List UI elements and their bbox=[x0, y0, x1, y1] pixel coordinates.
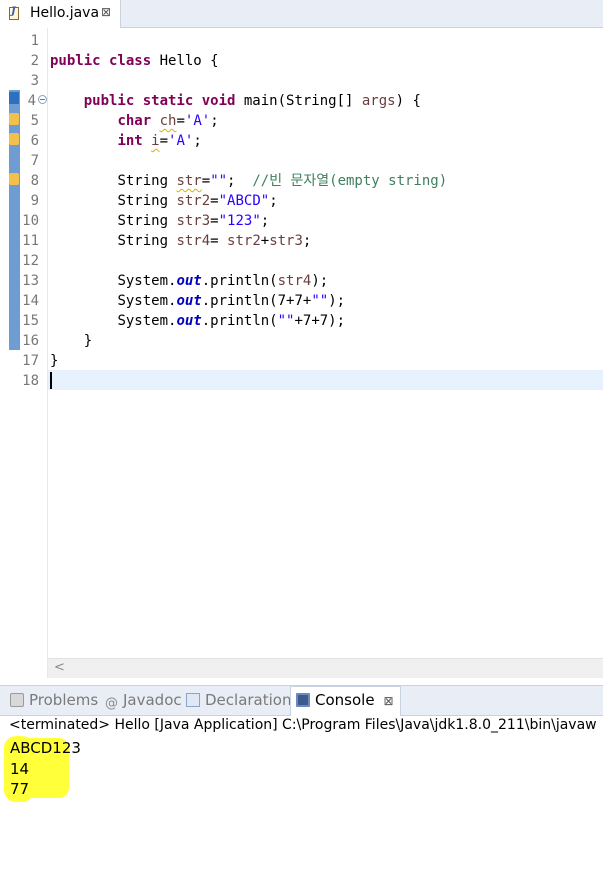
quick-diff-bar bbox=[9, 90, 20, 350]
line-number: 11 bbox=[22, 233, 39, 249]
warning-marker-icon[interactable] bbox=[9, 113, 19, 125]
text-caret bbox=[50, 372, 52, 389]
code-line: public class Hello { bbox=[50, 53, 219, 69]
editor-tab-bar: Hello.java ⊠ bbox=[0, 0, 603, 28]
tab-problems[interactable]: Problems bbox=[10, 691, 98, 711]
code-editor[interactable]: 1 2 3 4 5 6 7 8 9 10 11 12 13 14 15 16 1… bbox=[0, 28, 603, 680]
code-line: } bbox=[83, 333, 93, 349]
code-line: String str4= str2+str3; bbox=[117, 233, 312, 249]
fold-collapse-icon[interactable] bbox=[38, 95, 47, 104]
console-output-line: ABCD123 bbox=[10, 739, 81, 757]
line-number: 13 bbox=[22, 273, 39, 289]
editor-tab-label: Hello.java bbox=[30, 5, 100, 21]
tab-declaration[interactable]: Declaration bbox=[186, 691, 291, 711]
line-number: 8 bbox=[30, 173, 39, 189]
horizontal-scrollbar[interactable]: < bbox=[48, 658, 603, 678]
line-number: 4 bbox=[27, 93, 36, 109]
console-icon bbox=[296, 693, 310, 707]
console-status-header: <terminated> Hello [Java Application] C:… bbox=[9, 717, 597, 733]
line-number: 2 bbox=[30, 53, 39, 69]
code-line: System.out.println(str4); bbox=[117, 273, 329, 289]
line-number: 18 bbox=[22, 373, 39, 389]
line-number: 12 bbox=[22, 253, 39, 269]
declaration-icon bbox=[186, 693, 200, 707]
close-icon[interactable]: ⊠ bbox=[101, 5, 111, 19]
line-number: 9 bbox=[30, 193, 39, 209]
line-number: 6 bbox=[30, 133, 39, 149]
warning-marker-icon[interactable] bbox=[9, 133, 19, 145]
line-number: 5 bbox=[30, 113, 39, 129]
code-line: System.out.println(""+7+7); bbox=[117, 313, 346, 329]
tab-javadoc[interactable]: @ Javadoc bbox=[105, 691, 182, 711]
code-line: char ch='A'; bbox=[117, 113, 219, 129]
line-number: 16 bbox=[22, 333, 39, 349]
line-number: 10 bbox=[22, 213, 39, 229]
problems-icon bbox=[10, 693, 24, 707]
line-number-ruler: 1 2 3 4 5 6 7 8 9 10 11 12 13 14 15 16 1… bbox=[20, 28, 48, 678]
warning-marker-icon[interactable] bbox=[9, 173, 19, 185]
tab-label: Problems bbox=[29, 691, 99, 709]
editor-tab-hello-java[interactable]: Hello.java ⊠ bbox=[0, 0, 121, 28]
override-marker-icon[interactable] bbox=[9, 92, 19, 104]
console-output-line: 77 bbox=[10, 780, 30, 798]
tab-label: Console bbox=[315, 691, 375, 709]
view-tab-bar: Problems @ Javadoc Declaration Console ⊠ bbox=[0, 685, 603, 716]
code-line: String str3="123"; bbox=[117, 213, 270, 229]
java-file-icon bbox=[9, 6, 19, 20]
code-line: public static void main(String[] args) { bbox=[83, 93, 421, 109]
line-number: 3 bbox=[30, 73, 39, 89]
tab-label: Declaration bbox=[205, 691, 292, 709]
code-line: System.out.println(7+7+""); bbox=[117, 293, 346, 309]
line-number: 15 bbox=[22, 313, 39, 329]
code-line: int i='A'; bbox=[117, 133, 202, 149]
code-line: String str2="ABCD"; bbox=[117, 193, 278, 209]
line-number: 1 bbox=[30, 33, 39, 49]
code-line: } bbox=[50, 353, 59, 369]
line-number: 7 bbox=[30, 153, 39, 169]
scroll-left-icon[interactable]: < bbox=[54, 660, 65, 675]
javadoc-icon: @ bbox=[105, 696, 118, 711]
console-output-line: 14 bbox=[10, 760, 30, 778]
tab-console[interactable]: Console ⊠ bbox=[290, 686, 401, 716]
close-icon[interactable]: ⊠ bbox=[384, 694, 394, 708]
code-line: String str=""; //빈 문자열(empty string) bbox=[117, 173, 448, 189]
tab-label: Javadoc bbox=[123, 691, 182, 709]
line-number: 17 bbox=[22, 353, 39, 369]
code-text[interactable]: public class Hello { public static void … bbox=[50, 28, 603, 678]
line-number: 14 bbox=[22, 293, 39, 309]
